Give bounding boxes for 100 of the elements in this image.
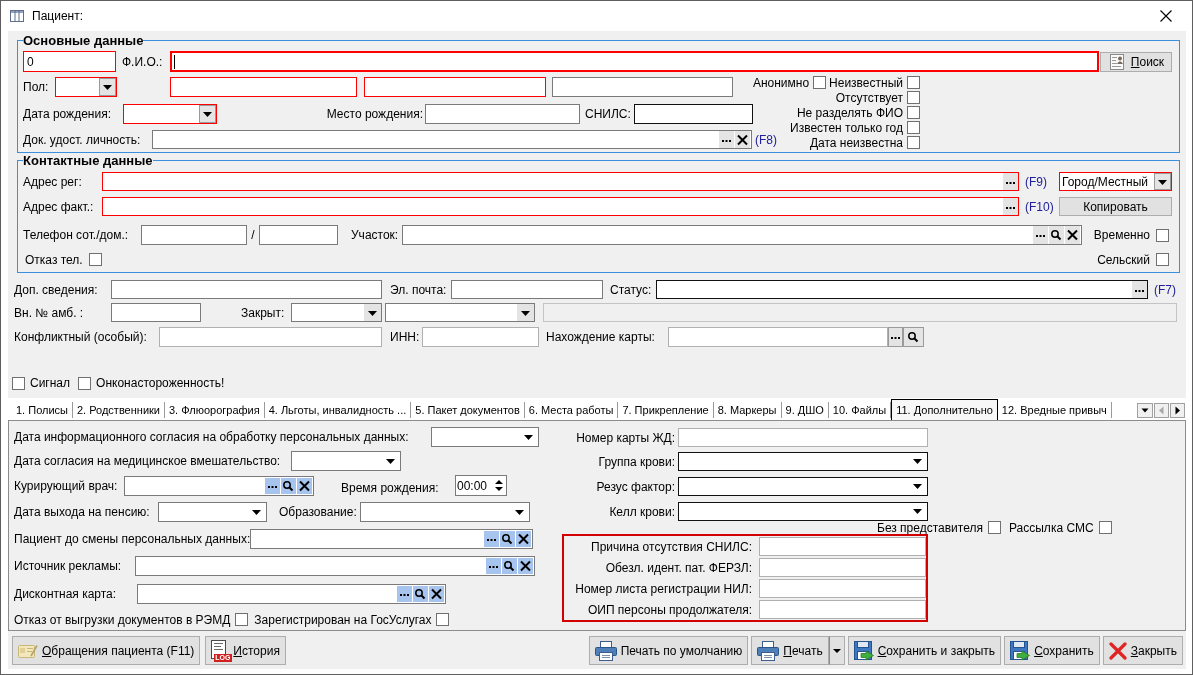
print-button[interactable]: Печать: [751, 636, 829, 665]
copy-button[interactable]: Копировать: [1059, 197, 1172, 216]
search-icon[interactable]: [281, 477, 296, 494]
dropdown-field[interactable]: [678, 477, 928, 496]
tab[interactable]: 12. Вредные привыч: [997, 402, 1112, 418]
caret-icon[interactable]: [1137, 403, 1153, 418]
ellipsis-icon[interactable]: [484, 531, 499, 547]
ellipsis-icon[interactable]: [265, 477, 280, 494]
caret-icon[interactable]: [913, 459, 922, 464]
caret-icon[interactable]: [252, 509, 261, 515]
text-field[interactable]: [159, 327, 382, 347]
tab[interactable]: 5. Пакет документов: [411, 402, 525, 418]
checkbox[interactable]: [88, 253, 102, 266]
checkbox[interactable]: [907, 136, 920, 149]
checkbox[interactable]: [907, 106, 920, 119]
lookup-field[interactable]: [102, 197, 1019, 216]
appeals-button[interactable]: Обращения пациента (F11): [12, 636, 201, 665]
save-button[interactable]: Сохранить и закрыть: [847, 636, 1002, 665]
close-icon[interactable]: [1160, 10, 1172, 22]
lookup-field[interactable]: [137, 584, 446, 604]
spin-arrows-icon[interactable]: [495, 478, 503, 493]
text-field[interactable]: [552, 77, 733, 97]
checkbox[interactable]: [987, 521, 1001, 534]
checkbox[interactable]: [436, 613, 450, 626]
checkbox[interactable]: [1156, 228, 1169, 242]
dropdown-field[interactable]: [431, 427, 539, 447]
dropdown-field[interactable]: [291, 451, 401, 471]
text-field[interactable]: [422, 327, 539, 347]
dropdown-field[interactable]: [360, 502, 530, 522]
text-field[interactable]: [259, 225, 338, 245]
checkbox[interactable]: [907, 121, 920, 134]
text-field[interactable]: [759, 558, 926, 577]
text-field[interactable]: [451, 280, 603, 299]
text-field[interactable]: [425, 104, 580, 124]
checkbox[interactable]: [12, 376, 25, 390]
tab[interactable]: 4. Льготы, инвалидность ...: [264, 402, 412, 418]
dropdown-field[interactable]: [291, 303, 382, 322]
text-field[interactable]: [111, 280, 382, 299]
number-field[interactable]: 0: [23, 51, 116, 72]
dropdown-field[interactable]: Город/Местный: [1059, 172, 1172, 191]
tab[interactable]: 1. Полисы: [12, 402, 73, 418]
checkbox[interactable]: [78, 376, 92, 390]
lookup-field[interactable]: [124, 475, 314, 496]
tab[interactable]: 11. Дополнительно: [891, 399, 998, 420]
dropdown-field[interactable]: [55, 77, 117, 97]
dropdown-field[interactable]: [678, 502, 928, 521]
time-field[interactable]: 00:00: [455, 475, 507, 496]
text-field[interactable]: [633, 104, 753, 124]
search-icon[interactable]: [500, 531, 515, 547]
checkbox[interactable]: [1098, 521, 1112, 534]
dropdown-field[interactable]: [678, 452, 928, 471]
search-icon[interactable]: [903, 327, 924, 347]
dropdown-field[interactable]: [123, 104, 217, 124]
dropdown-field[interactable]: [385, 303, 535, 322]
tab[interactable]: 2. Родственники: [73, 402, 165, 418]
lookup-field[interactable]: [135, 556, 535, 576]
ellipsis-icon[interactable]: [486, 558, 501, 574]
name-field[interactable]: [170, 51, 1099, 72]
checkbox[interactable]: [813, 76, 827, 89]
print-button[interactable]: Печать по умолчанию: [588, 636, 749, 665]
ellipsis-icon[interactable]: [397, 586, 412, 602]
tab[interactable]: 6. Места работы: [524, 402, 619, 418]
checkbox[interactable]: [907, 91, 920, 104]
search-icon[interactable]: [502, 558, 517, 574]
printer-icon: [757, 640, 780, 661]
text-field[interactable]: [759, 537, 926, 556]
save-button[interactable]: Сохранить: [1004, 636, 1100, 665]
checkbox[interactable]: [1156, 253, 1169, 266]
text-field[interactable]: [759, 600, 926, 619]
text-field[interactable]: [141, 225, 247, 245]
lookup-field[interactable]: [656, 280, 1148, 299]
tab[interactable]: 8. Маркеры: [713, 402, 782, 418]
group-title: Контактные данные: [23, 153, 153, 168]
text-field[interactable]: [678, 428, 928, 447]
text-field[interactable]: [668, 327, 888, 347]
caret-icon[interactable]: [1154, 173, 1171, 190]
checkbox[interactable]: [235, 613, 249, 626]
text-field[interactable]: [170, 77, 357, 97]
tab[interactable]: 9. ДШО: [781, 402, 829, 418]
field-label: Нахождение карты:: [546, 329, 656, 346]
caret-icon[interactable]: [515, 509, 524, 515]
text-field[interactable]: [759, 579, 926, 598]
tab[interactable]: 3. Флюорография: [165, 402, 265, 418]
ellipsis-icon[interactable]: [888, 327, 903, 347]
caret-icon[interactable]: [913, 484, 922, 489]
caret-icon[interactable]: [524, 434, 533, 440]
text-field[interactable]: [111, 303, 201, 322]
lookup-field[interactable]: [102, 172, 1019, 191]
checkbox[interactable]: [907, 76, 920, 89]
dropdown-field[interactable]: [158, 502, 267, 522]
caret-icon[interactable]: [99, 78, 116, 96]
caret-icon[interactable]: [199, 105, 216, 123]
caret-icon[interactable]: [913, 509, 922, 514]
text-field[interactable]: [364, 77, 546, 97]
caret-icon[interactable]: [386, 458, 395, 464]
lookup-field[interactable]: [250, 529, 533, 549]
close-button[interactable]: Закрыть: [1102, 636, 1183, 665]
search-icon[interactable]: [413, 586, 428, 602]
search-button[interactable]: Поиск: [1100, 51, 1172, 72]
tab[interactable]: 7. Прикрепление: [618, 402, 714, 418]
